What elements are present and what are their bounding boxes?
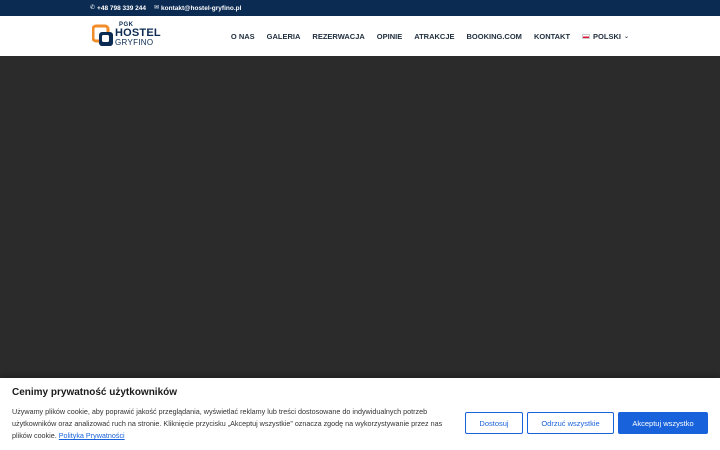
email-link[interactable]: ✉ kontakt@hostel-gryfino.pl <box>154 5 241 12</box>
cookie-description: Używamy plików cookie, aby poprawić jako… <box>12 406 457 442</box>
hero-section <box>0 56 720 378</box>
language-switcher[interactable]: POLSKI ⌄ <box>582 32 629 41</box>
cookie-consent-banner: Cenimy prywatność użytkowników Używamy p… <box>0 378 720 450</box>
nav-item-galeria[interactable]: GALERIA <box>267 32 301 41</box>
nav-item-atrakcje[interactable]: ATRAKCJE <box>414 32 454 41</box>
poland-flag-icon <box>582 33 591 39</box>
site-logo[interactable]: PGK HOSTEL GRYFINO <box>92 21 164 51</box>
privacy-policy-link[interactable]: Polityka Prywatności <box>59 431 125 440</box>
language-label: POLSKI <box>593 31 621 41</box>
top-info-bar: ✆ +48 798 339 244 ✉ kontakt@hostel-gryfi… <box>0 0 720 16</box>
envelope-icon: ✉ <box>154 5 160 11</box>
phone-number: +48 798 339 244 <box>97 4 147 12</box>
site-header: PGK HOSTEL GRYFINO O NAS GALERIA REZERWA… <box>0 16 720 56</box>
chevron-down-icon: ⌄ <box>623 33 629 40</box>
logo-mark-icon <box>92 24 113 46</box>
nav-item-rezerwacja[interactable]: REZERWACJA <box>312 32 364 41</box>
nav-item-o-nas[interactable]: O NAS <box>231 32 255 41</box>
phone-link[interactable]: ✆ +48 798 339 244 <box>90 5 146 12</box>
customize-button[interactable]: Dostosuj <box>465 412 523 434</box>
accept-all-button[interactable]: Akceptuj wszystko <box>618 412 708 434</box>
nav-item-kontakt[interactable]: KONTAKT <box>534 32 570 41</box>
logo-gryfino: GRYFINO <box>115 38 154 47</box>
email-address: kontakt@hostel-gryfino.pl <box>161 4 242 12</box>
main-nav: O NAS GALERIA REZERWACJA OPINIE ATRAKCJE… <box>231 16 629 56</box>
phone-icon: ✆ <box>90 5 96 11</box>
reject-all-button[interactable]: Odrzuć wszystkie <box>527 412 614 434</box>
logo-text: PGK HOSTEL GRYFINO <box>115 22 161 47</box>
nav-item-booking[interactable]: BOOKING.COM <box>467 32 522 41</box>
nav-item-opinie[interactable]: OPINIE <box>377 32 402 41</box>
cookie-title: Cenimy prywatność użytkowników <box>12 387 178 398</box>
